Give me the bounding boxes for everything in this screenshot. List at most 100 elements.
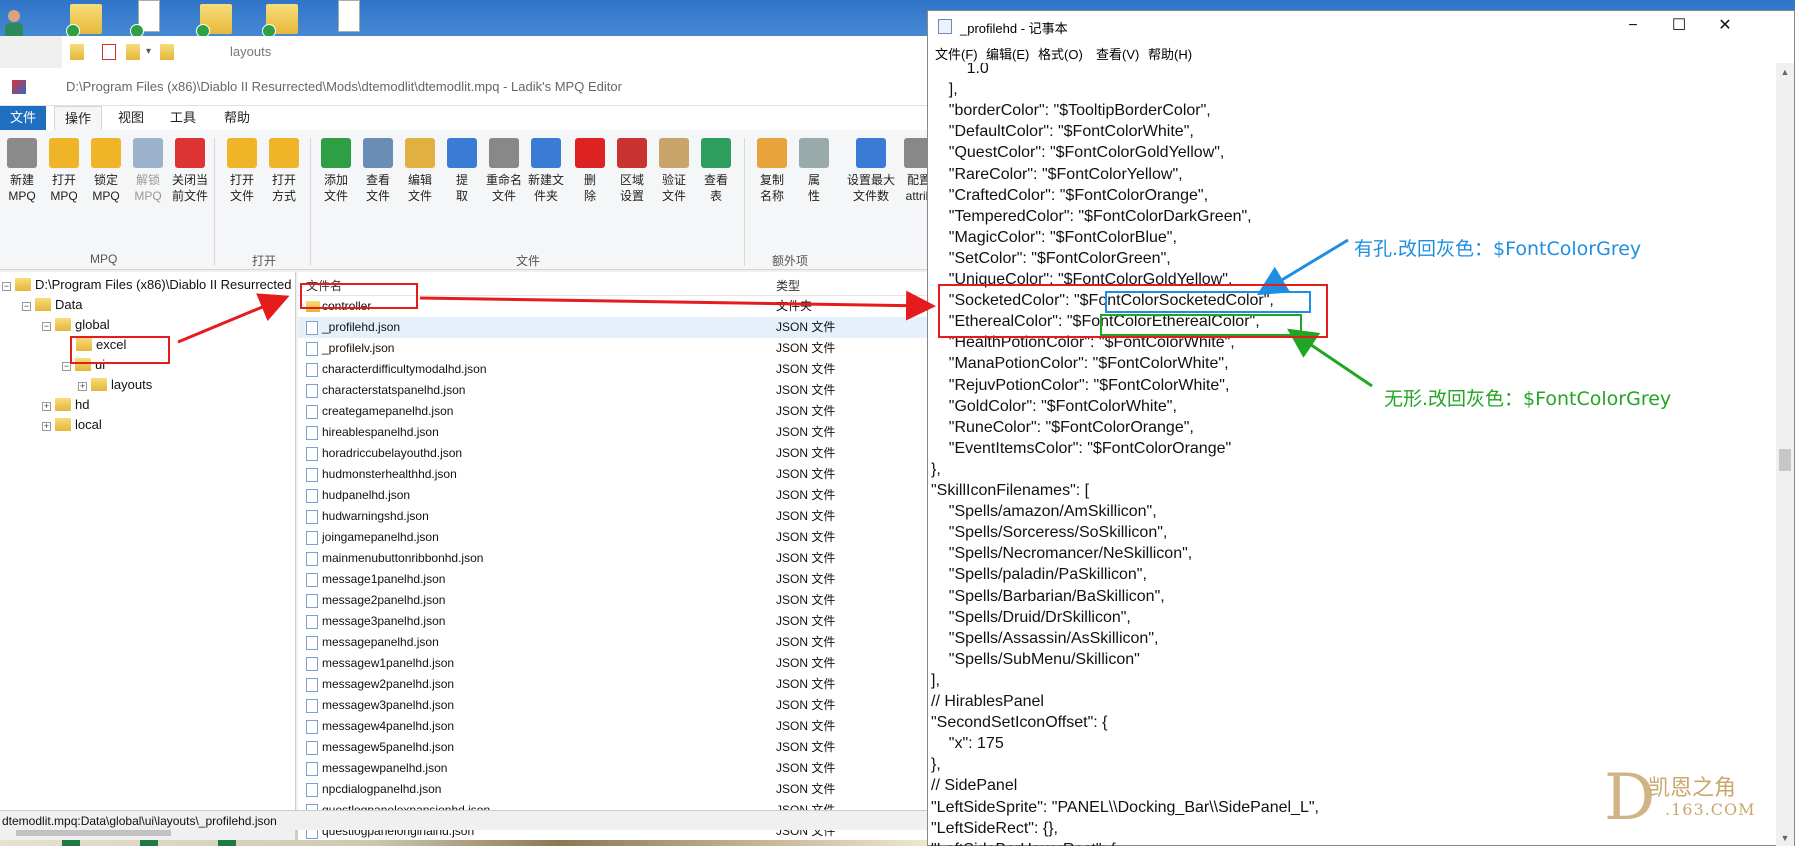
max-files-icon <box>856 138 886 168</box>
ribbon-button-10[interactable]: 提取 <box>442 138 482 204</box>
properties-icon[interactable] <box>102 44 116 60</box>
file-row[interactable]: characterdifficultymodalhd.json JSON 文件 <box>298 359 930 380</box>
file-row[interactable]: _profilehd.json JSON 文件 <box>298 317 930 338</box>
menu-view[interactable]: 查看(V) <box>1096 44 1139 63</box>
ribbon-button-11[interactable]: 重命名 文件 <box>484 138 524 204</box>
ribbon-button-3[interactable]: 解锁 MPQ <box>128 138 168 204</box>
file-row[interactable]: mainmenubuttonribbonhd.json JSON 文件 <box>298 548 930 569</box>
tree-node-local[interactable]: + local <box>42 416 102 434</box>
file-row[interactable]: messagew4panelhd.json JSON 文件 <box>298 716 930 737</box>
ribbon-button-18[interactable]: 属性 <box>794 138 834 204</box>
file-row[interactable]: hireablespanelhd.json JSON 文件 <box>298 422 930 443</box>
file-type: JSON 文件 <box>776 719 836 733</box>
ribbon-button-1[interactable]: 打开 MPQ <box>44 138 84 204</box>
tab-operations[interactable]: 操作 <box>54 106 103 130</box>
file-row[interactable]: messagew5panelhd.json JSON 文件 <box>298 737 930 758</box>
scroll-thumb[interactable] <box>1779 449 1791 471</box>
ribbon-button-0[interactable]: 新建 MPQ <box>2 138 42 204</box>
maximize-button[interactable]: ☐ <box>1656 11 1702 41</box>
ribbon-button-17[interactable]: 复制 名称 <box>752 138 792 204</box>
ribbon-button-4[interactable]: 关闭当 前文件 <box>170 138 210 204</box>
file-row[interactable]: messagew3panelhd.json JSON 文件 <box>298 695 930 716</box>
ribbon-label: 查看 <box>365 173 390 187</box>
ribbon-button-19[interactable]: 设置最大 文件数 <box>846 138 896 204</box>
ribbon-label: MPQ <box>8 189 36 203</box>
file-row[interactable]: characterstatspanelhd.json JSON 文件 <box>298 380 930 401</box>
collapse-icon[interactable]: − <box>42 322 51 331</box>
ribbon-button-13[interactable]: 删除 <box>570 138 610 204</box>
file-row[interactable]: npcdialogpanelhd.json JSON 文件 <box>298 779 930 800</box>
ribbon-button-12[interactable]: 新建文 件夹 <box>526 138 566 204</box>
expand-icon[interactable]: + <box>78 382 87 391</box>
file-row[interactable]: messagew2panelhd.json JSON 文件 <box>298 674 930 695</box>
ribbon-button-16[interactable]: 查看表 <box>696 138 736 204</box>
file-row[interactable]: joingamepanelhd.json JSON 文件 <box>298 527 930 548</box>
json-file-icon <box>306 384 318 398</box>
ribbon-button-2[interactable]: 锁定 MPQ <box>86 138 126 204</box>
tree-node-global[interactable]: − global <box>42 316 110 334</box>
desktop-file-icon[interactable] <box>330 0 370 38</box>
column-type[interactable]: 类型 <box>776 277 800 294</box>
file-row[interactable]: _profilelv.json JSON 文件 <box>298 338 930 359</box>
tab-view[interactable]: 视图 <box>108 106 154 130</box>
text-line: // HirablesPanel <box>931 693 1044 710</box>
ribbon-button-15[interactable]: 验证 文件 <box>654 138 694 204</box>
tree-node-root[interactable]: − D:\Program Files (x86)\Diablo II Resurr… <box>2 276 291 294</box>
minimize-button[interactable]: − <box>1610 11 1656 41</box>
ribbon-button-5[interactable]: 打开 文件 <box>222 138 262 204</box>
folder-icon[interactable] <box>70 44 84 60</box>
json-file-icon <box>306 615 318 629</box>
desktop-folder-icon[interactable] <box>262 0 302 38</box>
rename-icon <box>489 138 519 168</box>
expand-icon[interactable]: + <box>42 402 51 411</box>
ribbon-label: 新建 <box>9 173 34 187</box>
menu-edit[interactable]: 编辑(E) <box>986 44 1029 63</box>
file-row[interactable]: messagewpanelhd.json JSON 文件 <box>298 758 930 779</box>
text-line: "SetColor": "$FontColorGreen", <box>931 249 1171 267</box>
ribbon-separator <box>744 138 745 266</box>
file-name: characterdifficultymodalhd.json <box>322 362 487 376</box>
tree-node-data[interactable]: − Data <box>22 296 82 314</box>
ribbon-button-7[interactable]: 添加 文件 <box>316 138 356 204</box>
tree-node-layouts[interactable]: + layouts <box>78 376 152 394</box>
scroll-up-icon[interactable]: ▲ <box>1776 63 1794 81</box>
tab-file[interactable]: 文件 <box>0 106 46 130</box>
ribbon-button-8[interactable]: 查看 文件 <box>358 138 398 204</box>
file-row[interactable]: message3panelhd.json JSON 文件 <box>298 611 930 632</box>
vertical-scrollbar[interactable]: ▲ ▼ <box>1776 63 1794 846</box>
close-button[interactable]: ✕ <box>1702 11 1748 41</box>
file-row[interactable]: messagepanelhd.json JSON 文件 <box>298 632 930 653</box>
desktop-folder-icon[interactable] <box>196 0 236 38</box>
file-row[interactable]: message2panelhd.json JSON 文件 <box>298 590 930 611</box>
chevron-down-icon[interactable]: ▾ <box>146 44 160 60</box>
menu-format[interactable]: 格式(O) <box>1038 44 1083 63</box>
add-icon <box>321 138 351 168</box>
ribbon-separator <box>310 138 311 266</box>
folder-icon <box>55 398 71 411</box>
tab-tools[interactable]: 工具 <box>160 106 206 130</box>
ribbon-button-6[interactable]: 打开 方式 <box>264 138 304 204</box>
file-row[interactable]: message1panelhd.json JSON 文件 <box>298 569 930 590</box>
new-folder-icon[interactable] <box>126 44 140 60</box>
expand-icon[interactable]: + <box>42 422 51 431</box>
notepad-text-area[interactable]: 1.0 ], "borderColor": "$TooltipBorderCol… <box>928 63 1776 846</box>
tab-help[interactable]: 帮助 <box>214 106 260 130</box>
file-row[interactable]: horadriccubelayouthd.json JSON 文件 <box>298 443 930 464</box>
file-type: JSON 文件 <box>776 488 836 502</box>
file-row[interactable]: creategamepanelhd.json JSON 文件 <box>298 401 930 422</box>
menu-help[interactable]: 帮助(H) <box>1148 44 1192 63</box>
json-file-icon <box>306 762 318 776</box>
collapse-icon[interactable]: − <box>22 302 31 311</box>
ribbon-button-14[interactable]: 区域 设置 <box>612 138 652 204</box>
file-row[interactable]: hudwarningshd.json JSON 文件 <box>298 506 930 527</box>
file-list: 文件名 类型 controller 文件夹 _profilehd.json JSON … <box>298 272 930 840</box>
desktop-folder-icon[interactable] <box>66 0 106 38</box>
tree-node-hd[interactable]: + hd <box>42 396 89 414</box>
file-row[interactable]: hudmonsterhealthhd.json JSON 文件 <box>298 464 930 485</box>
file-row[interactable]: hudpanelhd.json JSON 文件 <box>298 485 930 506</box>
file-row[interactable]: messagew1panelhd.json JSON 文件 <box>298 653 930 674</box>
ribbon-button-9[interactable]: 编辑 文件 <box>400 138 440 204</box>
collapse-icon[interactable]: − <box>2 282 11 291</box>
desktop-file-icon[interactable] <box>130 0 170 38</box>
menu-file[interactable]: 文件(F) <box>935 44 978 63</box>
